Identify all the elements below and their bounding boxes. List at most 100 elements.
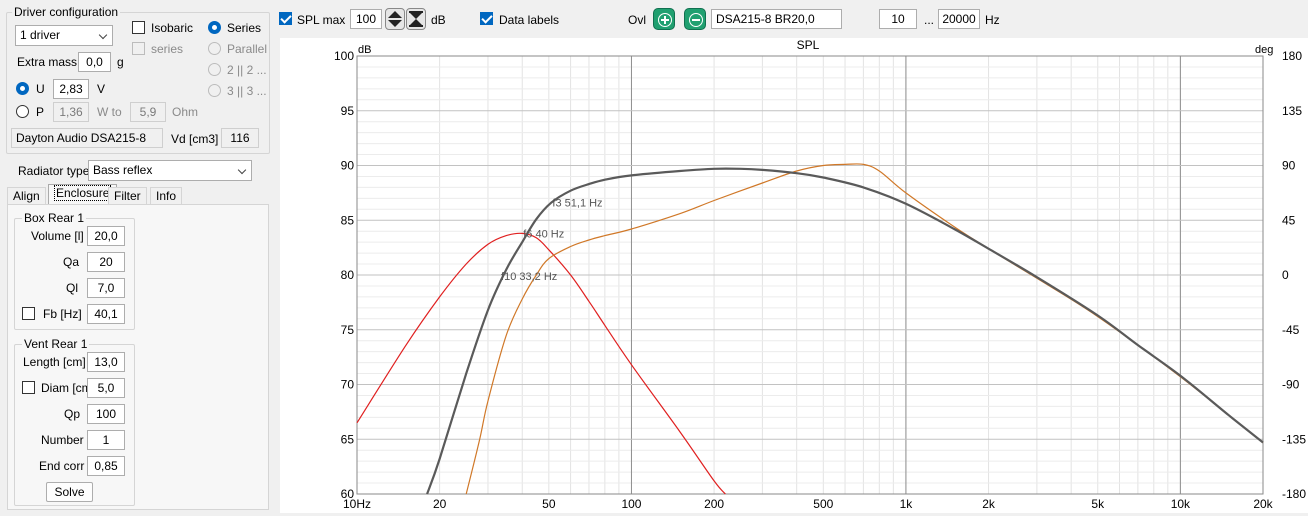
fb-checkbox[interactable] bbox=[22, 307, 35, 320]
left-axis-unit: dB bbox=[358, 44, 371, 56]
freq-min-input[interactable]: 10 bbox=[879, 9, 917, 29]
tab-enclosure-label: Enclosure bbox=[54, 185, 112, 201]
fb-input[interactable]: 40,1 bbox=[87, 304, 125, 324]
u-unit: V bbox=[97, 82, 106, 96]
driver-name-field: Dayton Audio DSA215-8 bbox=[11, 128, 163, 148]
x-tick-label: 1k bbox=[900, 497, 914, 511]
spl-chart[interactable]: 10Hz 20 50 100 200 500 1k 2k 5k 10k 20k 100 95 90 85 80… bbox=[280, 38, 1308, 513]
parallel-radio bbox=[208, 42, 221, 55]
spl-max-input[interactable]: 100 bbox=[350, 9, 382, 29]
data-labels-checkbox[interactable] bbox=[480, 12, 493, 25]
series-sub-checkbox bbox=[132, 42, 145, 55]
chevron-down-icon bbox=[237, 165, 247, 175]
spl-max-checkbox[interactable] bbox=[279, 12, 292, 25]
spl-max-label: SPL max bbox=[297, 13, 346, 27]
qa-input[interactable]: 20 bbox=[87, 252, 125, 272]
extra-mass-input[interactable]: 0,0 bbox=[78, 52, 111, 72]
y-tick-label: 90 bbox=[341, 159, 355, 173]
series-radio[interactable] bbox=[208, 21, 221, 34]
tab-enclosure[interactable]: Enclosure bbox=[48, 184, 118, 204]
tab-filter[interactable]: Filter bbox=[108, 187, 147, 205]
ql-input[interactable]: 7,0 bbox=[87, 278, 125, 298]
chart-title: SPL bbox=[797, 38, 820, 52]
diam-input[interactable]: 5,0 bbox=[87, 378, 125, 398]
y2-tick-label: 90 bbox=[1282, 159, 1296, 173]
p-radio[interactable] bbox=[16, 105, 29, 118]
tab-align[interactable]: Align bbox=[7, 187, 46, 205]
y-tick-label: 65 bbox=[341, 432, 355, 446]
y2-tick-label: -45 bbox=[1282, 323, 1300, 337]
freq-max-input[interactable]: 20000 bbox=[938, 9, 980, 29]
ovl-label: Ovl bbox=[628, 13, 646, 27]
number-input[interactable]: 1 bbox=[87, 430, 125, 450]
radiator-type-select[interactable]: Bass reflex bbox=[88, 160, 252, 181]
y-tick-label: 80 bbox=[341, 268, 355, 282]
x-tick-label: 20 bbox=[433, 497, 447, 511]
y-tick-label: 100 bbox=[334, 49, 354, 63]
p-input: 1,36 bbox=[53, 102, 89, 122]
y-tick-label: 75 bbox=[341, 323, 355, 337]
p-label: P bbox=[36, 105, 45, 119]
driver-spl-curve bbox=[465, 163, 1264, 495]
isobaric-label: Isobaric bbox=[151, 21, 194, 35]
data-label: f3 51,1 Hz bbox=[552, 198, 602, 210]
tab-info[interactable]: Info bbox=[150, 187, 183, 205]
ohm-label: Ohm bbox=[172, 105, 199, 119]
y-tick-label: 70 bbox=[341, 378, 355, 392]
driver-configuration-title: Driver configuration bbox=[12, 5, 121, 19]
collapse-arrows-icon bbox=[409, 11, 423, 27]
w-to-input: 5,9 bbox=[130, 102, 166, 122]
remove-overlay-button[interactable] bbox=[684, 8, 706, 30]
parallel-label: Parallel bbox=[227, 42, 268, 56]
isobaric-checkbox[interactable] bbox=[132, 21, 145, 34]
freq-separator: ... bbox=[924, 13, 935, 27]
db-unit-label: dB bbox=[431, 13, 446, 27]
option-3-radio bbox=[208, 84, 221, 97]
driver-count-select[interactable]: 1 driver bbox=[15, 25, 113, 46]
y-tick-label: 85 bbox=[341, 213, 355, 227]
end-correction-input[interactable]: 0,85 bbox=[87, 456, 125, 476]
tab-info-label: Info bbox=[156, 189, 177, 203]
series-sub-label: series bbox=[151, 42, 184, 56]
x-tick-label: 200 bbox=[704, 497, 724, 511]
vd-field: 116 bbox=[221, 128, 259, 148]
w-to-label: W to bbox=[97, 105, 122, 119]
y2-tick-label: 0 bbox=[1282, 268, 1289, 282]
extra-mass-unit: g bbox=[117, 55, 124, 69]
number-label: Number bbox=[41, 433, 84, 447]
right-axis-unit: deg bbox=[1255, 44, 1273, 56]
curves bbox=[356, 163, 1264, 495]
series-label: Series bbox=[227, 21, 262, 35]
spin-collapse-button[interactable] bbox=[406, 8, 426, 30]
add-overlay-button[interactable] bbox=[653, 8, 675, 30]
tab-filter-label: Filter bbox=[114, 189, 141, 203]
radiator-type-label: Radiator type bbox=[18, 164, 90, 178]
y2-tick-label: 45 bbox=[1282, 213, 1296, 227]
ql-label: Ql bbox=[66, 281, 78, 295]
y2-tick-label: -135 bbox=[1282, 432, 1306, 446]
data-labels-label: Data labels bbox=[499, 13, 560, 27]
x-tick-label: 2k bbox=[982, 497, 996, 511]
vent-rear-title: Vent Rear 1 bbox=[22, 337, 90, 351]
diam-checkbox[interactable] bbox=[22, 381, 35, 394]
qp-input[interactable]: 100 bbox=[87, 404, 125, 424]
volume-input[interactable]: 20,0 bbox=[87, 226, 125, 246]
length-input[interactable]: 13,0 bbox=[87, 352, 125, 372]
fb-label: Fb [Hz] bbox=[43, 307, 82, 321]
y2-tick-label: -180 bbox=[1282, 487, 1306, 501]
radiator-type-value: Bass reflex bbox=[93, 163, 153, 177]
spl-chart-svg: 10Hz 20 50 100 200 500 1k 2k 5k 10k 20k10095908580… bbox=[334, 38, 1306, 511]
x-tick-label: 20k bbox=[1253, 497, 1273, 511]
spin-updown-button[interactable] bbox=[385, 8, 405, 30]
vd-label: Vd [cm3] bbox=[171, 132, 219, 146]
u-input[interactable]: 2,83 bbox=[53, 79, 89, 99]
extra-mass-label: Extra mass bbox=[17, 55, 78, 69]
box-rear-title: Box Rear 1 bbox=[22, 211, 87, 225]
y2-tick-label: -90 bbox=[1282, 378, 1300, 392]
x-tick-label: 100 bbox=[621, 497, 641, 511]
x-tick-label: 50 bbox=[542, 497, 556, 511]
u-radio[interactable] bbox=[16, 82, 29, 95]
end-correction-label: End corr bbox=[39, 459, 85, 473]
overlay-name-input[interactable]: DSA215-8 BR20,0 bbox=[711, 9, 842, 29]
solve-button[interactable]: Solve bbox=[46, 482, 93, 502]
